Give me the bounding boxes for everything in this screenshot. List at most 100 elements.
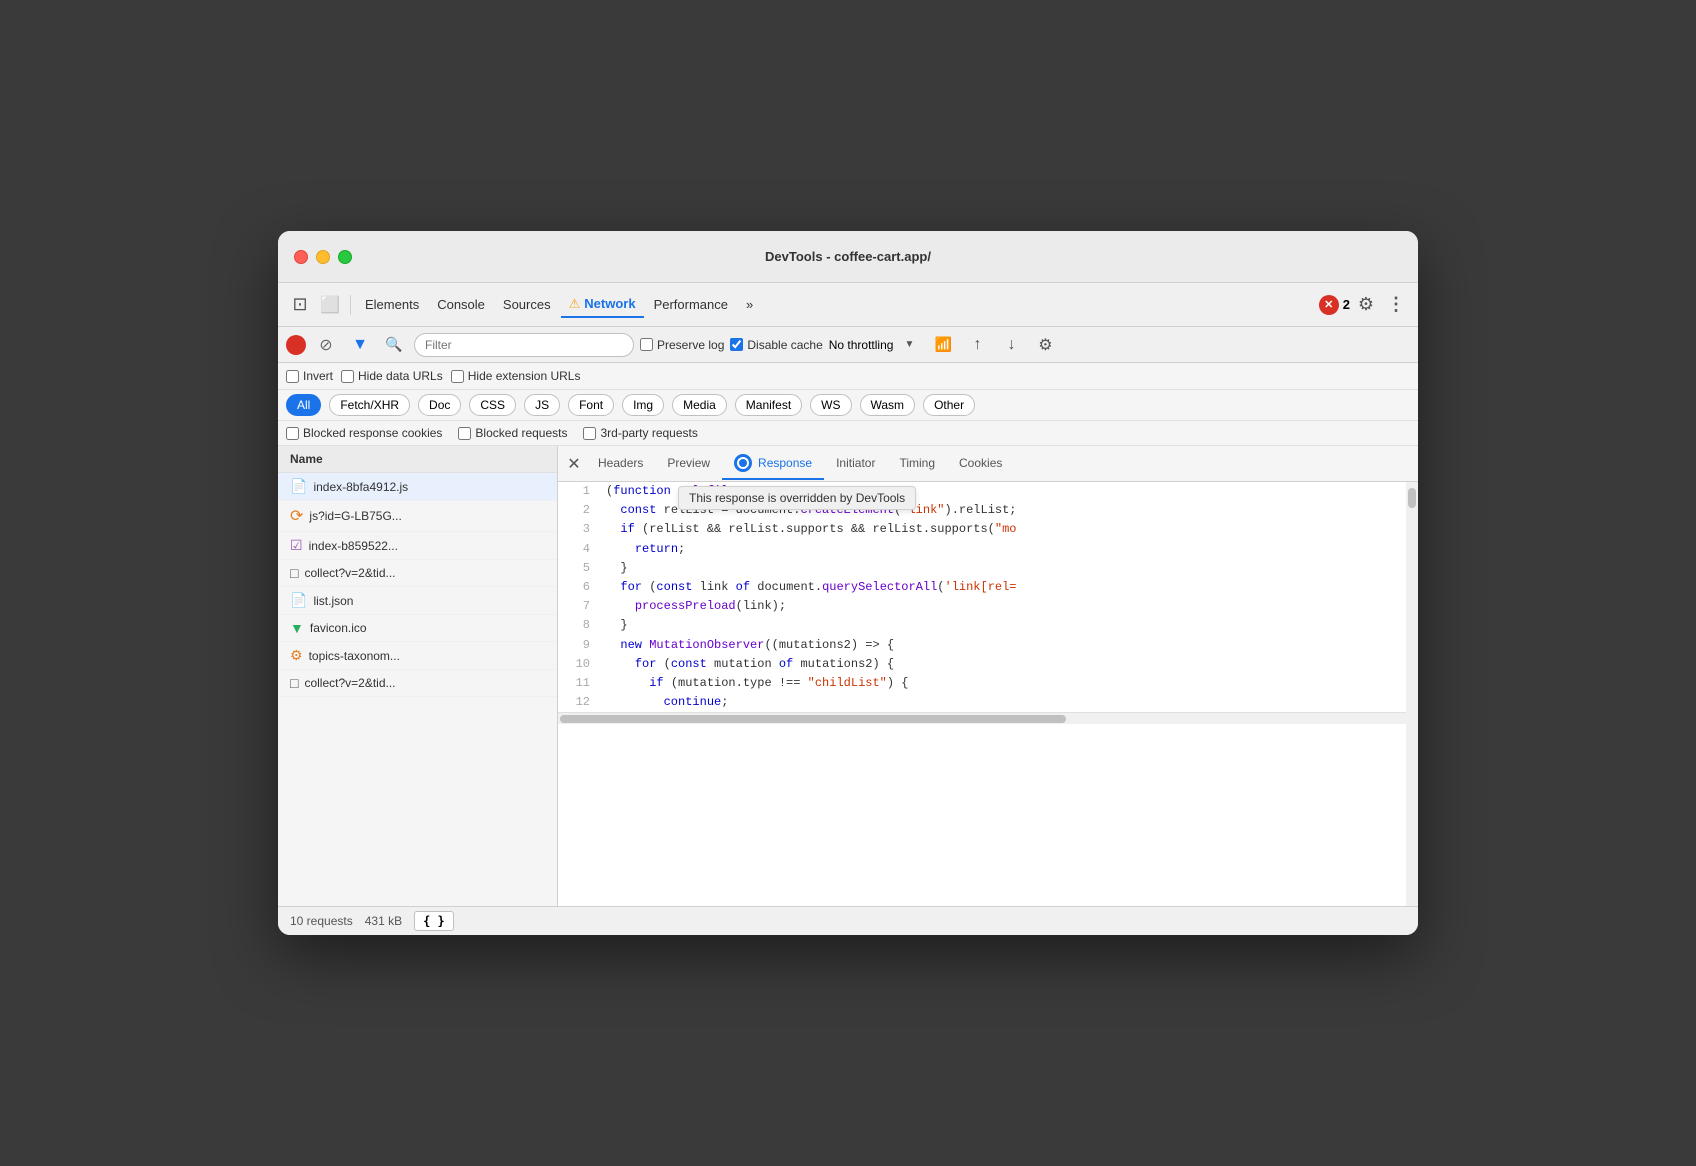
tab-timing[interactable]: Timing [887,450,947,478]
filter-wasm[interactable]: Wasm [860,394,916,416]
response-tab-label: Response [758,456,812,470]
network-tab-label: Network [584,296,635,311]
table-row: 1 (function polyfil [558,482,1406,501]
filter-button[interactable]: ▼ [346,331,374,359]
blocked-requests-checkbox[interactable] [458,427,471,440]
throttle-dropdown[interactable]: ▼ [895,331,923,359]
preserve-log-text: Preserve log [657,338,724,352]
network-conditions-button[interactable]: 📶 [929,331,957,359]
tab-preview[interactable]: Preview [655,450,722,478]
pretty-print-button[interactable]: { } [414,911,454,931]
filter-js[interactable]: JS [524,394,560,416]
search-button[interactable]: 🔍 [380,331,408,359]
maximize-button[interactable] [338,250,352,264]
list-item[interactable]: □ collect?v=2&tid... [278,670,557,697]
filter-fetch-xhr[interactable]: Fetch/XHR [329,394,410,416]
third-party-text: 3rd-party requests [600,426,697,440]
hide-data-urls-checkbox[interactable] [341,370,354,383]
error-badge: ✕ [1319,295,1339,315]
line-number: 3 [558,520,598,539]
settings-button[interactable]: ⚙ [1352,291,1380,319]
tab-network[interactable]: ⚠ Network [561,292,644,318]
close-button[interactable] [294,250,308,264]
code-line: } [598,616,1406,635]
traffic-lights [294,250,352,264]
transfer-size: 431 kB [365,914,402,928]
minimize-button[interactable] [316,250,330,264]
third-party-checkbox[interactable] [583,427,596,440]
filter-input[interactable] [414,333,634,357]
tab-elements[interactable]: Elements [357,293,427,316]
import-button[interactable]: ↑ [963,331,991,359]
tab-cookies[interactable]: Cookies [947,450,1014,478]
element-picker-button[interactable]: ⊡ [286,291,314,319]
blocked-requests-label[interactable]: Blocked requests [458,426,567,440]
third-party-label[interactable]: 3rd-party requests [583,426,697,440]
device-toolbar-button[interactable]: ⬜ [316,291,344,319]
line-number: 12 [558,693,598,712]
list-item[interactable]: ⚙ topics-taxonom... [278,642,557,670]
file-icon: 📄 [290,592,307,609]
toolbar-separator [350,295,351,315]
table-row: 6 for (const link of document.querySelec… [558,578,1406,597]
list-item[interactable]: ▼ favicon.ico [278,615,557,642]
hide-extension-urls-checkbox[interactable] [451,370,464,383]
network-settings-button[interactable]: ⚙ [1031,331,1059,359]
tab-sources[interactable]: Sources [495,293,559,316]
record-button[interactable] [286,335,306,355]
filter-css[interactable]: CSS [469,394,516,416]
list-item[interactable]: 📄 list.json [278,587,557,615]
preserve-log-checkbox[interactable] [640,338,653,351]
filter-doc[interactable]: Doc [418,394,461,416]
scrollbar-thumb-v[interactable] [1408,488,1416,508]
more-options-button[interactable]: ⋮ [1382,291,1410,319]
vertical-scrollbar[interactable] [1406,482,1418,906]
tab-initiator[interactable]: Initiator [824,450,887,478]
invert-label[interactable]: Invert [286,369,333,383]
title-bar: DevTools - coffee-cart.app/ [278,231,1418,283]
filter-other[interactable]: Other [923,394,975,416]
more-tabs-button[interactable]: » [738,293,761,316]
list-item[interactable]: ☑ index-b859522... [278,532,557,560]
tab-console[interactable]: Console [429,293,493,316]
scrollbar-thumb[interactable] [560,715,1066,723]
window-title: DevTools - coffee-cart.app/ [765,249,931,264]
line-number: 11 [558,674,598,693]
filter-font[interactable]: Font [568,394,614,416]
list-item[interactable]: 📄 index-8bfa4912.js [278,473,557,501]
list-item[interactable]: ⟳ js?id=G-LB75G... [278,501,557,532]
disable-cache-label[interactable]: Disable cache [730,338,822,352]
tab-performance[interactable]: Performance [646,293,736,316]
horizontal-scrollbar[interactable] [558,712,1406,724]
blocked-cookies-checkbox[interactable] [286,427,299,440]
file-icon: ▼ [290,620,304,636]
file-list-header: Name [278,446,557,473]
disable-cache-checkbox[interactable] [730,338,743,351]
table-row: 10 for (const mutation of mutations2) { [558,655,1406,674]
devtools-window: DevTools - coffee-cart.app/ ⊡ ⬜ Elements… [278,231,1418,935]
table-row: 5 } [558,559,1406,578]
close-panel-button[interactable]: ✕ [562,452,586,476]
filter-manifest[interactable]: Manifest [735,394,802,416]
filter-all[interactable]: All [286,394,321,416]
filter-media[interactable]: Media [672,394,727,416]
request-count: 10 requests [290,914,353,928]
invert-checkbox[interactable] [286,370,299,383]
file-icon: ☑ [290,537,303,554]
tab-response[interactable]: Response [722,448,824,480]
filter-ws[interactable]: WS [810,394,851,416]
filter-img[interactable]: Img [622,394,664,416]
blocked-cookies-label[interactable]: Blocked response cookies [286,426,442,440]
filter-row: Invert Hide data URLs Hide extension URL… [278,363,1418,390]
clear-button[interactable]: ⊘ [312,331,340,359]
list-item[interactable]: □ collect?v=2&tid... [278,560,557,587]
file-icon: 📄 [290,478,307,495]
preserve-log-label[interactable]: Preserve log [640,338,724,352]
response-icon-inner [739,459,747,467]
hide-extension-urls-label[interactable]: Hide extension URLs [451,369,581,383]
tab-headers[interactable]: Headers [586,450,655,478]
export-button[interactable]: ↓ [997,331,1025,359]
hide-data-urls-label[interactable]: Hide data URLs [341,369,443,383]
code-area[interactable]: This response is overridden by DevTools … [558,482,1406,906]
line-number: 8 [558,616,598,635]
